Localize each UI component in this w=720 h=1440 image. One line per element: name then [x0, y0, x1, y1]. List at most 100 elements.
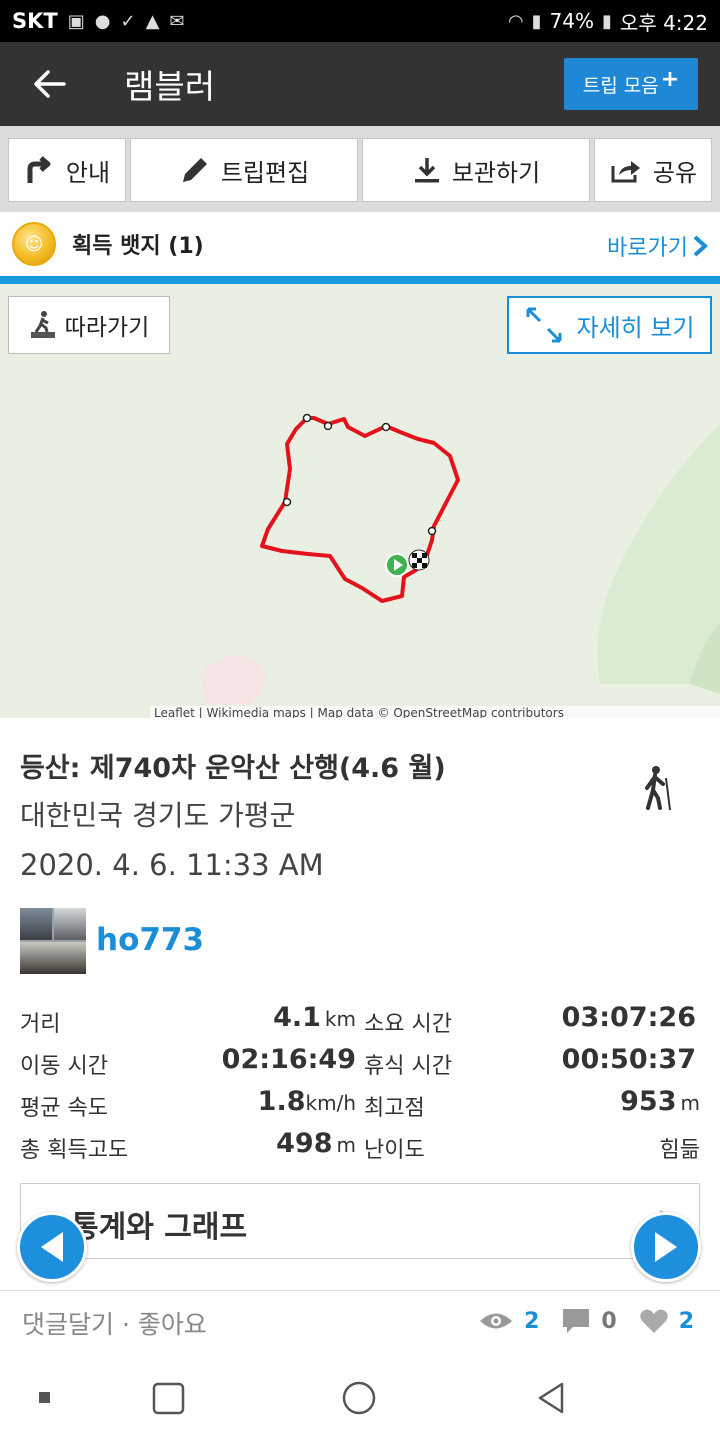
trip-collection-button[interactable]: 트립 모음 +: [564, 58, 698, 110]
social-counts: 2 0 2: [478, 1307, 694, 1335]
trip-date: 2020. 4. 6. 11:33 AM: [20, 848, 324, 882]
trip-location: 대한민국 경기도 가평군: [20, 799, 296, 832]
trip-collection-label: 트립 모음: [582, 74, 659, 97]
finish-flag-marker: [408, 549, 430, 571]
carrier-label: SKT: [12, 9, 58, 33]
home-square-icon: [152, 1382, 185, 1415]
comment-like-action[interactable]: 댓글달기 · 좋아요: [22, 1305, 207, 1341]
download-icon: [414, 158, 439, 183]
badge-goto-link[interactable]: 바로가기: [607, 230, 708, 262]
gallery-icon: ▣: [67, 10, 85, 32]
share-icon: [611, 161, 640, 183]
expand-icon: [526, 307, 562, 343]
map-attribution[interactable]: Leaflet | Wikimedia maps | Map data © Op…: [150, 706, 720, 718]
moving-time-value: 02:16:49: [221, 1044, 356, 1075]
hiker-icon: [645, 766, 671, 811]
next-trip-button[interactable]: [631, 1212, 701, 1282]
home-icon: [342, 1381, 376, 1415]
peak-label: 최고점: [364, 1096, 425, 1121]
pencil-icon: [182, 158, 207, 182]
edit-trip-button[interactable]: 트립편집: [130, 138, 358, 202]
guide-label: 안내: [65, 158, 111, 187]
back-button[interactable]: [0, 42, 100, 126]
difficulty-label: 난이도: [364, 1138, 425, 1163]
mail-icon: ✉: [169, 10, 185, 32]
waypoint-marker: [282, 497, 292, 507]
edit-trip-label: 트립편집: [220, 158, 310, 187]
wifi-icon: ◠: [507, 10, 524, 32]
guide-button[interactable]: 안내: [8, 138, 126, 202]
distance-number: 4.1: [273, 1002, 321, 1033]
action-toolbar: 안내 트립편집 보관하기 공유: [0, 126, 720, 212]
check-icon: ✓: [120, 10, 136, 32]
badge-count-label: 획득 뱃지 (1): [72, 234, 204, 259]
eye-icon: [480, 1313, 513, 1329]
username-link[interactable]: ho773: [96, 922, 204, 958]
moving-time-label: 이동 시간: [20, 1054, 108, 1079]
avg-speed-unit: km/h: [305, 1091, 356, 1115]
warning-icon: ▲: [145, 10, 160, 32]
share-label: 공유: [652, 158, 698, 187]
prev-arrow-icon: [41, 1232, 63, 1262]
waypoint-marker: [427, 526, 437, 536]
view-count: 2: [524, 1308, 540, 1334]
follow-button[interactable]: 따라가기: [8, 296, 170, 354]
rest-time-label: 휴식 시간: [364, 1054, 452, 1079]
app-bar: 램블러 트립 모음 +: [0, 42, 720, 126]
elevation-gain-number: 498: [276, 1128, 333, 1159]
like-count: 2: [678, 1308, 694, 1334]
waypoint-marker: [302, 413, 312, 423]
elevation-gain-unit: m: [336, 1133, 356, 1157]
share-button[interactable]: 공유: [594, 138, 712, 202]
heart-icon: [639, 1309, 668, 1333]
app-title: 램블러: [124, 67, 216, 106]
stats-graph-button[interactable]: 통계와 그래프 ›: [20, 1183, 700, 1259]
signal-icon: ▮: [531, 10, 542, 32]
avg-speed-value: 1.8km/h: [200, 1086, 356, 1117]
badge-row[interactable]: ☺ 획득 뱃지 (1) 바로가기: [0, 212, 720, 276]
back-arrow-icon: [34, 70, 66, 98]
view-details-button[interactable]: 자세히 보기: [507, 296, 712, 354]
route-map[interactable]: 따라가기 자세히 보기 Leaflet | Wikimedia maps | M…: [0, 284, 720, 718]
battery-icon: ▮: [602, 10, 612, 32]
next-arrow-icon: [655, 1232, 677, 1262]
peak-unit: m: [680, 1091, 700, 1115]
view-details-label: 자세히 보기: [576, 313, 695, 342]
plus-icon: +: [660, 66, 680, 92]
avg-speed-label: 평균 속도: [20, 1096, 108, 1121]
system-navigation-bar: [0, 1354, 720, 1440]
trip-info-panel: 등산: 제740차 운악산 산행(4.6 월) 대한민국 경기도 가평군 202…: [0, 718, 720, 1288]
difficulty-value: 힘듦: [659, 1138, 700, 1163]
tmon-icon: ●: [94, 10, 111, 32]
clock: 오후 4:22: [619, 10, 708, 35]
peak-number: 953: [620, 1086, 677, 1117]
stats-graph-label: 통계와 그래프: [71, 1210, 248, 1245]
medal-icon: ☺: [12, 222, 56, 266]
recent-apps-icon: [39, 1392, 50, 1403]
save-label: 보관하기: [451, 158, 541, 187]
distance-unit: km: [324, 1007, 356, 1031]
avg-speed-number: 1.8: [257, 1086, 306, 1117]
start-marker: [385, 553, 409, 577]
user-avatar[interactable]: [20, 908, 86, 974]
trip-title: 등산: 제740차 운악산 산행(4.6 월): [20, 753, 446, 784]
badge-goto-label: 바로가기: [607, 236, 688, 261]
waypoint-marker: [323, 421, 333, 431]
walker-icon: [30, 311, 55, 338]
app-screen: SKT ▣ ● ✓ ▲ ✉ ◠ ▮ 74% ▮ 오후 4:22 램블러 트립 모…: [0, 0, 720, 1440]
comment-icon: [563, 1309, 590, 1333]
system-nav-icons: [39, 1381, 564, 1415]
elevation-gain-value: 498 m: [200, 1128, 356, 1159]
back-icon: [538, 1382, 564, 1414]
duration-label: 소요 시간: [364, 1012, 452, 1037]
distance-label: 거리: [20, 1012, 61, 1037]
waypoint-marker: [381, 422, 391, 432]
social-bar: 댓글달기 · 좋아요 2 0 2: [0, 1290, 720, 1354]
battery-percent: 74%: [549, 9, 595, 33]
save-button[interactable]: 보관하기: [362, 138, 590, 202]
comment-count: 0: [601, 1308, 617, 1334]
route-line: [260, 416, 460, 603]
distance-value: 4.1 km: [200, 1002, 356, 1033]
previous-trip-button[interactable]: [17, 1212, 87, 1282]
elevation-gain-label: 총 획득고도: [20, 1138, 129, 1163]
